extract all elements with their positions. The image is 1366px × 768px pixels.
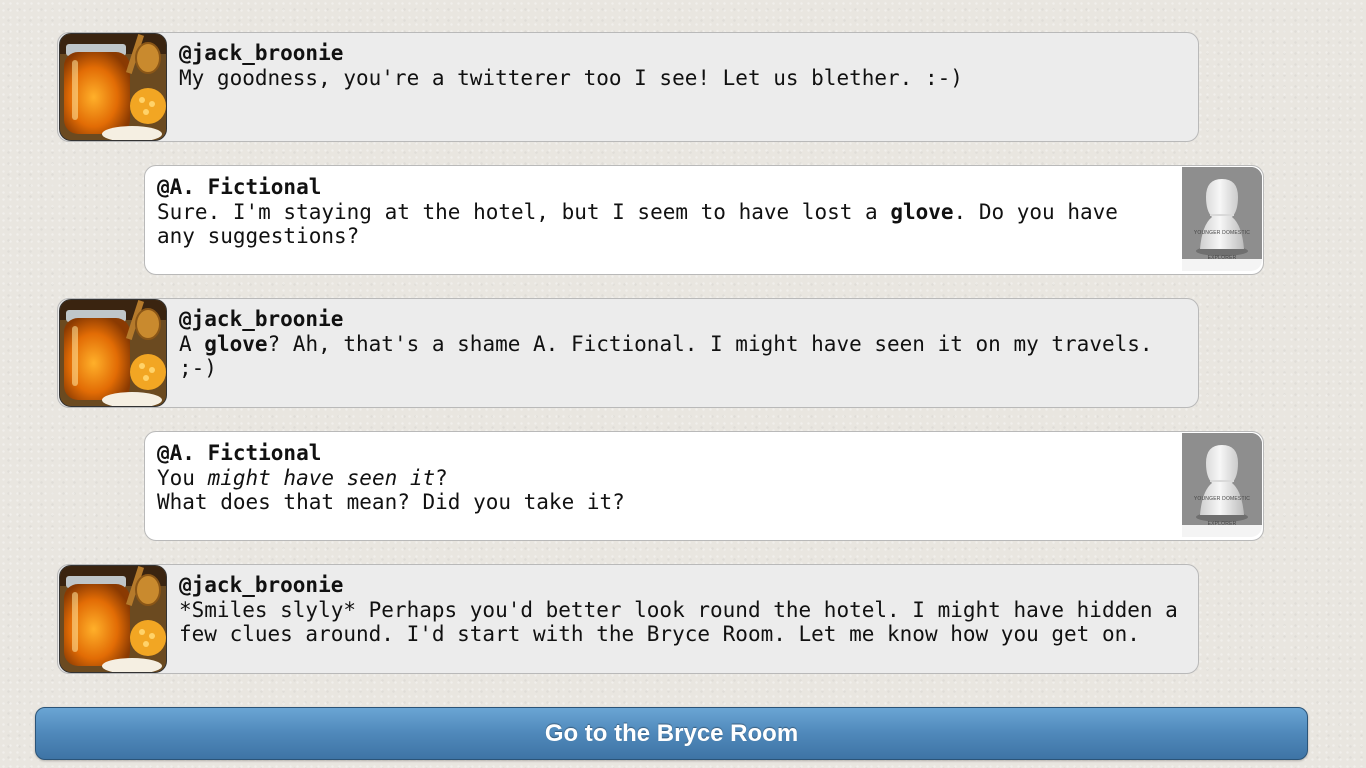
honey-jar-avatar-icon: [59, 33, 167, 141]
message-handle: @A. Fictional: [157, 441, 322, 465]
go-to-bryce-room-button[interactable]: Go to the Bryce Room: [35, 707, 1308, 760]
player-message: YOUNGER DOMESTIC EXPLORER @A. Fictional Yo…: [144, 431, 1264, 541]
pawn-figure-avatar-icon: YOUNGER DOMESTIC EXPLORER: [1182, 433, 1262, 537]
message-line: My goodness, you're a twitterer too I se…: [179, 66, 1184, 91]
message-text: *Smiles slyly* Perhaps you'd better look…: [179, 597, 1178, 647]
message-handle: @jack_broonie: [179, 573, 344, 597]
npc-message: @jack_broonie *Smiles slyly* Perhaps you'…: [57, 564, 1199, 674]
emphasized-text: might have seen it: [207, 465, 436, 490]
avatar-caption: YOUNGER DOMESTIC EXPLORER: [1193, 496, 1251, 527]
pawn-figure-avatar-icon: YOUNGER DOMESTIC EXPLORER: [1182, 167, 1262, 271]
message-text: A: [179, 331, 205, 356]
emphasized-keyword: glove: [204, 331, 268, 356]
player-message: YOUNGER DOMESTIC EXPLORER @A. Fictional Su…: [144, 165, 1264, 275]
message-text: ? Ah, that's a shame A. Fictional. I mig…: [179, 331, 1153, 381]
message-handle: @A. Fictional: [157, 175, 322, 199]
emphasized-keyword: glove: [890, 199, 954, 224]
message-text: My goodness, you're a twitterer too I se…: [179, 65, 963, 90]
honey-jar-avatar-icon: [59, 299, 167, 407]
message-line: What does that mean? Did you take it?: [157, 490, 1151, 515]
avatar-caption: YOUNGER DOMESTIC EXPLORER: [1193, 230, 1251, 261]
message-text: You: [157, 465, 208, 490]
message-text: What does that mean? Did you take it?: [157, 490, 625, 514]
message-text: ?: [435, 465, 448, 490]
message-line: You might have seen it?: [157, 466, 1151, 491]
message-line: Sure. I'm staying at the hotel, but I se…: [157, 200, 1151, 249]
message-line: *Smiles slyly* Perhaps you'd better look…: [179, 598, 1184, 647]
npc-message: @jack_broonie A glove? Ah, that's a shame…: [57, 298, 1199, 408]
npc-message: @jack_broonie My goodness, you're a twitt…: [57, 32, 1199, 142]
message-handle: @jack_broonie: [179, 41, 344, 65]
honey-jar-avatar-icon: [59, 565, 167, 673]
message-handle: @jack_broonie: [179, 307, 344, 331]
message-line: A glove? Ah, that's a shame A. Fictional…: [179, 332, 1184, 381]
message-text: Sure. I'm staying at the hotel, but I se…: [157, 199, 891, 224]
